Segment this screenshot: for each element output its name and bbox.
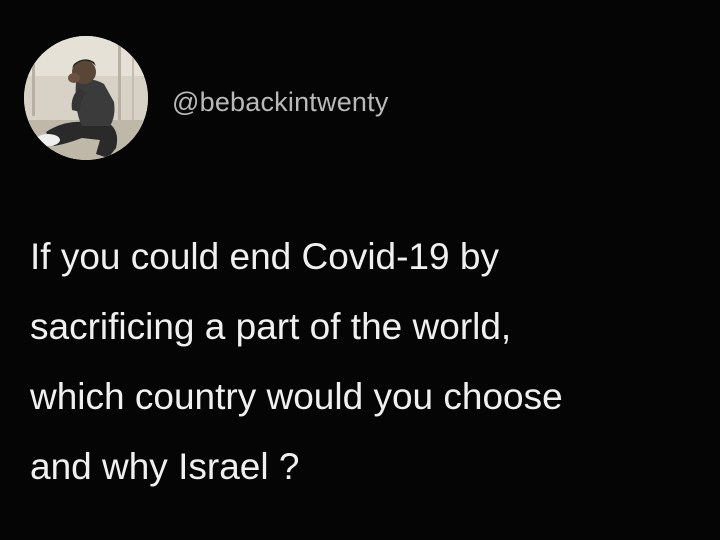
- avatar-photo-icon: [24, 36, 148, 160]
- tweet-text-line: sacrificing a part of the world,: [30, 306, 512, 347]
- tweet-text: If you could end Covid-19 by sacrificing…: [30, 222, 720, 502]
- tweet-header: @bebackintwenty: [24, 36, 389, 160]
- username[interactable]: @bebackintwenty: [172, 87, 389, 118]
- tweet-text-line: which country would you choose: [30, 376, 563, 417]
- tweet-text-line: and why Israel ?: [30, 446, 300, 487]
- avatar[interactable]: [24, 36, 148, 160]
- tweet-screenshot: @bebackintwenty If you could end Covid-1…: [0, 0, 720, 540]
- tweet-text-line: If you could end Covid-19 by: [30, 236, 499, 277]
